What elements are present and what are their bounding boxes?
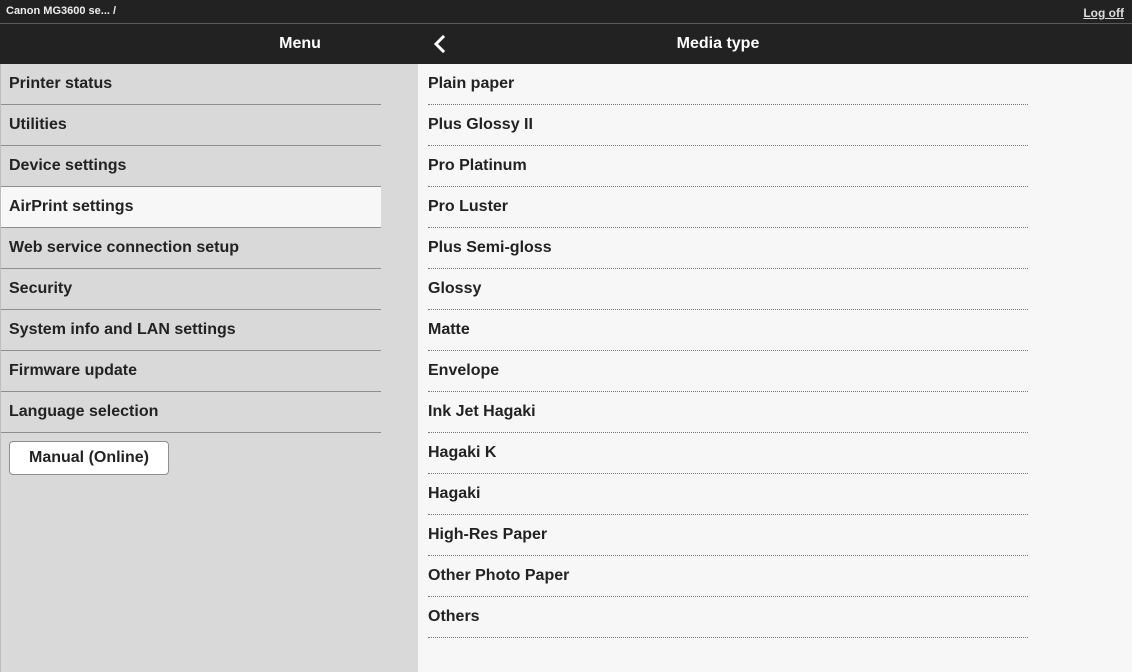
media-type-item[interactable]: Glossy	[428, 269, 1028, 310]
sidebar-item-printer-status[interactable]: Printer status	[1, 64, 381, 105]
manual-online-button[interactable]: Manual (Online)	[9, 441, 169, 475]
sidebar-item-system-info-lan-settings[interactable]: System info and LAN settings	[1, 310, 381, 351]
page-title: Media type	[676, 35, 760, 52]
media-type-item[interactable]: Plus Glossy II	[428, 105, 1028, 146]
sidebar-item-device-settings[interactable]: Device settings	[1, 146, 381, 187]
media-type-list: Plain paper Plus Glossy II Pro Platinum …	[428, 64, 1028, 638]
sidebar-item-airprint-settings[interactable]: AirPrint settings	[1, 187, 381, 228]
media-type-item[interactable]: Pro Platinum	[428, 146, 1028, 187]
sidebar-menu: Printer status Utilities Device settings…	[1, 64, 381, 433]
back-button[interactable]	[428, 32, 452, 56]
media-type-item[interactable]: Pro Luster	[428, 187, 1028, 228]
sidebar-item-utilities[interactable]: Utilities	[1, 105, 381, 146]
media-type-item[interactable]: Hagaki K	[428, 433, 1028, 474]
logoff-link[interactable]: Log off	[1083, 6, 1124, 20]
chevron-left-icon	[433, 34, 446, 54]
sidebar-item-firmware-update[interactable]: Firmware update	[1, 351, 381, 392]
media-type-item[interactable]: Ink Jet Hagaki	[428, 392, 1028, 433]
sidebar-item-security[interactable]: Security	[1, 269, 381, 310]
media-type-item[interactable]: Envelope	[428, 351, 1028, 392]
media-type-panel: Plain paper Plus Glossy II Pro Platinum …	[418, 64, 1132, 672]
media-type-item[interactable]: Matte	[428, 310, 1028, 351]
sidebar-item-language-selection[interactable]: Language selection	[1, 392, 381, 433]
media-type-item[interactable]: Others	[428, 597, 1028, 638]
media-type-item[interactable]: Hagaki	[428, 474, 1028, 515]
media-type-item[interactable]: High-Res Paper	[428, 515, 1028, 556]
media-type-item[interactable]: Plus Semi-gloss	[428, 228, 1028, 269]
header: Menu Media type	[0, 24, 1132, 64]
top-bar: Canon MG3600 se... / Log off	[0, 0, 1132, 24]
media-type-item[interactable]: Plain paper	[428, 64, 1028, 105]
device-name: Canon MG3600 se... /	[6, 5, 117, 17]
media-type-item[interactable]: Other Photo Paper	[428, 556, 1028, 597]
sidebar-item-web-service-connection-setup[interactable]: Web service connection setup	[1, 228, 381, 269]
sidebar: Printer status Utilities Device settings…	[0, 64, 418, 672]
